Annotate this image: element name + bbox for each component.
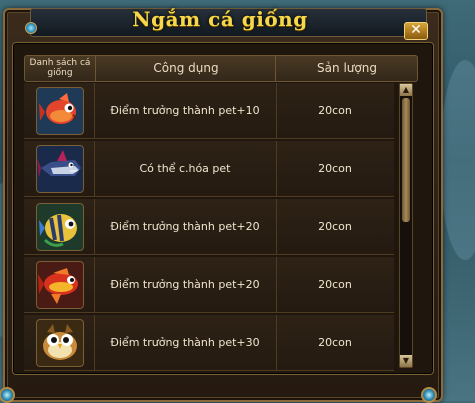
row-use: Điểm trưởng thành pet+20: [94, 257, 277, 312]
scroll-down-button[interactable]: ▼: [400, 355, 412, 367]
table-row[interactable]: Điểm trưởng thành pet+10 20con: [24, 83, 394, 139]
scroll-thumb[interactable]: [402, 98, 410, 222]
row-use: Có thể c.hóa pet: [94, 141, 277, 196]
shark-fish-icon[interactable]: [36, 145, 84, 193]
background-coral: [440, 60, 475, 260]
row-qty: 20con: [318, 104, 352, 117]
red-fish-icon[interactable]: [36, 87, 84, 135]
row-icon-cell: [24, 257, 95, 312]
red-gold-fish-icon[interactable]: [36, 261, 84, 309]
table-row[interactable]: Điểm trưởng thành pet+20 20con: [24, 257, 394, 313]
owl-fish-icon[interactable]: [36, 319, 84, 367]
table-row[interactable]: Điểm trưởng thành pet+20 20con: [24, 199, 394, 255]
row-icon-cell: [24, 141, 95, 196]
table-header: Danh sách cá giống Công dụng Sản lượng: [24, 55, 418, 82]
table-row[interactable]: Có thể c.hóa pet 20con: [24, 141, 394, 197]
row-icon-cell: [24, 315, 95, 370]
close-button[interactable]: ✕: [404, 22, 428, 40]
row-qty: 20con: [318, 336, 352, 349]
row-icon-cell: [24, 199, 95, 254]
dialog-title: Ngắm cá giống: [132, 7, 308, 31]
row-qty: 20con: [318, 278, 352, 291]
row-qty: 20con: [318, 162, 352, 175]
row-use: Điểm trưởng thành pet+10: [94, 83, 277, 138]
table-row[interactable]: Điểm trưởng thành pet+30 20con: [24, 315, 394, 371]
vertical-scrollbar[interactable]: ▲ ▼: [399, 83, 413, 368]
yellow-blue-fish-icon[interactable]: [36, 203, 84, 251]
corner-gem-icon: [25, 22, 37, 34]
row-qty: 20con: [318, 220, 352, 233]
header-list: Danh sách cá giống: [29, 58, 91, 78]
header-qty: Sản lượng: [275, 56, 418, 81]
row-use: Điểm trưởng thành pet+30: [94, 315, 277, 370]
scroll-up-button[interactable]: ▲: [400, 84, 412, 96]
row-icon-cell: [24, 83, 95, 138]
row-use: Điểm trưởng thành pet+20: [94, 199, 277, 254]
fish-list: Điểm trưởng thành pet+10 20con Có thể c.…: [24, 83, 394, 373]
header-use: Công dụng: [95, 56, 276, 81]
